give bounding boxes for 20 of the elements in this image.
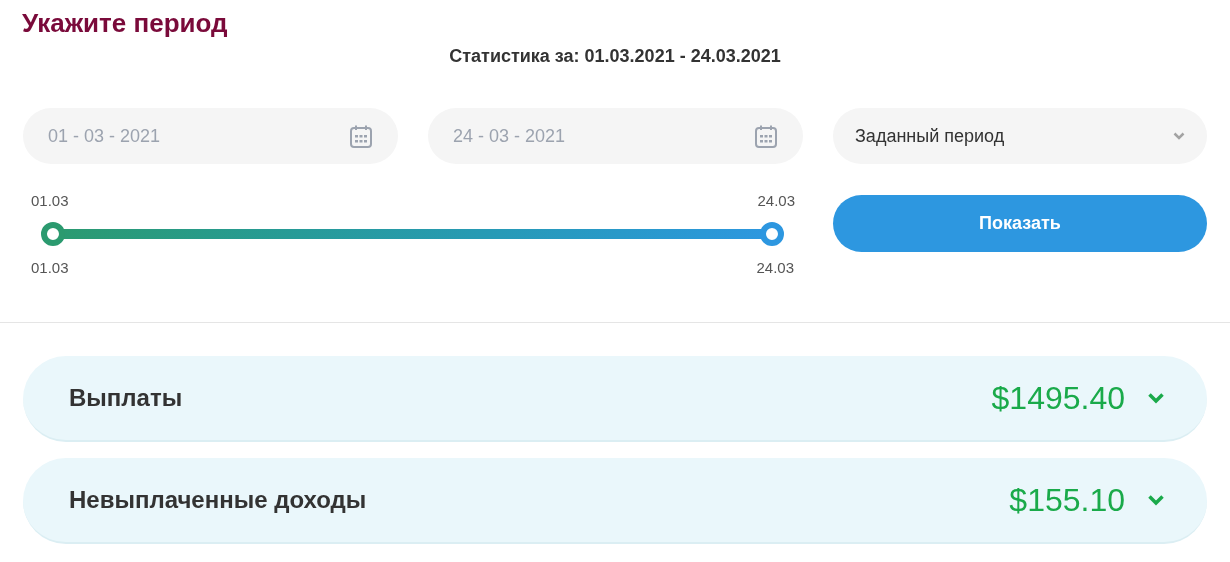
summary-label: Невыплаченные доходы xyxy=(69,485,367,515)
range-min-label: 01.03 xyxy=(31,191,69,211)
page-title: Укажите период xyxy=(22,7,228,40)
chevron-down-icon xyxy=(1147,494,1165,506)
summary-row[interactable]: Выплаты $1495.40 xyxy=(23,356,1207,442)
thumb-value-label: 01.03 xyxy=(31,258,69,278)
summary-label: Выплаты xyxy=(69,383,183,413)
slider-thumb[interactable] xyxy=(760,222,784,246)
statistics-period: Статистика за: 01.03.2021 - 24.03.2021 xyxy=(449,45,781,68)
slider-thumb[interactable] xyxy=(41,222,65,246)
period-dropdown[interactable]: Заданный период xyxy=(833,108,1207,164)
calendar-icon xyxy=(349,123,373,149)
chevron-down-icon xyxy=(1173,132,1185,140)
summary-amount: $1495.40 xyxy=(991,379,1125,418)
range-max-label: 24.03 xyxy=(757,191,795,211)
calendar-icon xyxy=(754,123,778,149)
thumb-value-label: 24.03 xyxy=(756,258,794,278)
summary-row[interactable]: Невыплаченные доходы $155.10 xyxy=(23,458,1207,544)
chevron-down-icon xyxy=(1147,392,1165,404)
summary-amount: $155.10 xyxy=(1009,481,1125,520)
